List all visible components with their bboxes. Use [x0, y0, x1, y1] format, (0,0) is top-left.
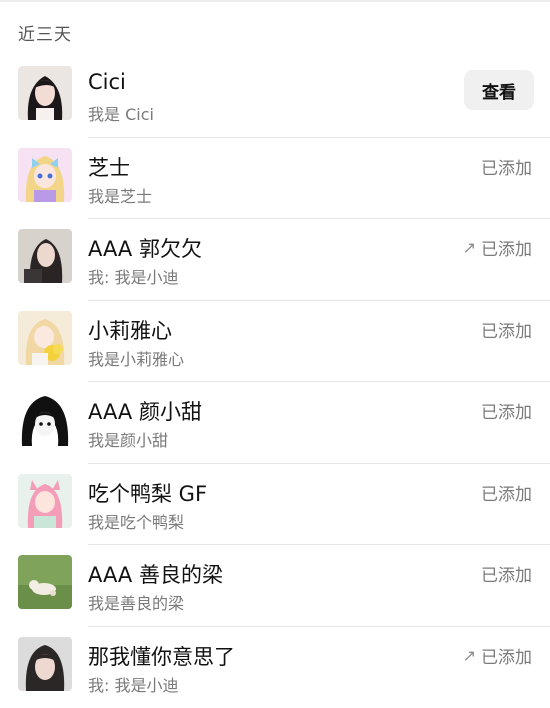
contact-description: 我是吃个鸭梨: [88, 509, 184, 533]
contact-name: AAA 郭欠欠: [88, 233, 202, 263]
status-label: 已添加: [481, 398, 532, 423]
status-label: 已添加: [481, 235, 532, 260]
list-item[interactable]: AAA 颜小甜 我是颜小甜 已添加: [0, 382, 550, 464]
list-item[interactable]: AAA 善良的梁 我是善良的梁 已添加: [0, 545, 550, 627]
contact-name: Cici: [88, 70, 126, 94]
status-label: 已添加: [481, 154, 532, 179]
contact-description: 我是小莉雅心: [88, 346, 184, 370]
avatar[interactable]: [18, 474, 72, 528]
avatar[interactable]: [18, 66, 72, 120]
list-item[interactable]: 芝士 我是芝士 已添加: [0, 138, 550, 220]
contact-description: 我是善良的梁: [88, 590, 184, 614]
list-item[interactable]: 那我懂你意思了 我: 我是小迪 ↗ 已添加: [0, 627, 550, 708]
view-button[interactable]: 查看: [464, 70, 534, 110]
status-added: ↗ 已添加: [463, 235, 532, 260]
avatar[interactable]: [18, 555, 72, 609]
list-item[interactable]: 吃个鸭梨 GF 我是吃个鸭梨 已添加: [0, 464, 550, 546]
top-divider: [0, 0, 550, 2]
contact-name: 那我懂你意思了: [88, 641, 235, 671]
status-added: ↗ 已添加: [463, 643, 532, 668]
list-item[interactable]: AAA 郭欠欠 我: 我是小迪 ↗ 已添加: [0, 219, 550, 301]
arrow-up-right-icon: ↗: [463, 238, 476, 257]
contact-name: AAA 善良的梁: [88, 559, 223, 589]
status-added: 已添加: [481, 480, 532, 505]
contact-description: 我: 我是小迪: [88, 672, 178, 696]
contact-name: AAA 颜小甜: [88, 396, 202, 426]
avatar[interactable]: [18, 311, 72, 365]
contact-name: 小莉雅心: [88, 315, 172, 345]
status-label: 已添加: [481, 480, 532, 505]
arrow-up-right-icon: ↗: [463, 646, 476, 665]
contact-description: 我是 Cici: [88, 101, 154, 125]
avatar[interactable]: [18, 229, 72, 283]
status-label: 已添加: [481, 561, 532, 586]
contact-name: 吃个鸭梨 GF: [88, 478, 207, 508]
status-added: 已添加: [481, 317, 532, 342]
avatar[interactable]: [18, 148, 72, 202]
avatar[interactable]: [18, 392, 72, 446]
contact-name: 芝士: [88, 152, 130, 182]
avatar[interactable]: [18, 637, 72, 691]
status-label: 已添加: [481, 317, 532, 342]
contact-list: Cici 我是 Cici 查看 芝士 我是芝士 已添加: [0, 56, 550, 708]
contact-description: 我是颜小甜: [88, 427, 168, 451]
status-added: 已添加: [481, 561, 532, 586]
status-label: 已添加: [481, 643, 532, 668]
section-title: 近三天: [18, 20, 72, 45]
contact-description: 我: 我是小迪: [88, 264, 178, 288]
contact-description: 我是芝士: [88, 183, 152, 207]
list-item[interactable]: 小莉雅心 我是小莉雅心 已添加: [0, 301, 550, 383]
status-added: 已添加: [481, 398, 532, 423]
status-added: 已添加: [481, 154, 532, 179]
list-item[interactable]: Cici 我是 Cici 查看: [0, 56, 550, 138]
